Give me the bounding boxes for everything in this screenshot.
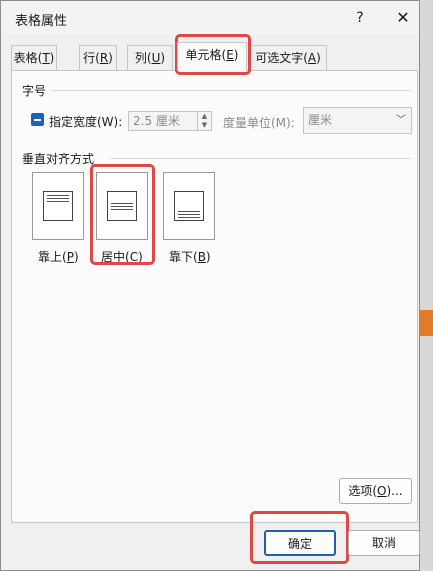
tab-cell[interactable]: 单元格(E) bbox=[177, 42, 247, 71]
tab-column[interactable]: 列(U) bbox=[127, 45, 173, 70]
specify-width-checkbox[interactable] bbox=[31, 113, 44, 126]
specify-width-label: 指定宽度(W): bbox=[49, 115, 123, 129]
cancel-button[interactable]: 取消 bbox=[348, 530, 420, 556]
highlight-center-option bbox=[90, 164, 155, 265]
close-button[interactable]: ✕ bbox=[392, 7, 414, 29]
dialog-title: 表格属性 bbox=[15, 14, 68, 29]
background-document bbox=[420, 0, 433, 571]
align-bottom-option[interactable] bbox=[163, 172, 215, 240]
size-divider bbox=[51, 90, 411, 91]
align-bottom-label: 靠下(B) bbox=[169, 250, 211, 264]
title-bar: 表格属性 ? ✕ bbox=[1, 1, 419, 35]
align-bottom-icon bbox=[174, 191, 204, 221]
align-top-label: 靠上(P) bbox=[38, 250, 79, 264]
spin-up-icon[interactable]: ▲ bbox=[198, 112, 211, 121]
measure-unit-select[interactable]: 厘米 ﹀ bbox=[303, 107, 412, 134]
options-button[interactable]: 选项(O)... bbox=[339, 478, 412, 504]
width-input[interactable]: 2.5 厘米 bbox=[128, 111, 198, 131]
measure-unit-label: 度量单位(M): bbox=[223, 116, 295, 130]
align-top-icon bbox=[43, 191, 73, 221]
tab-alt-text[interactable]: 可选文字(A) bbox=[249, 45, 327, 70]
align-top-option[interactable] bbox=[32, 172, 84, 240]
measure-unit-value: 厘米 bbox=[308, 113, 333, 127]
valign-heading: 垂直对齐方式 bbox=[22, 152, 95, 166]
size-heading: 字号 bbox=[22, 84, 47, 98]
cell-tab-panel bbox=[11, 70, 418, 523]
tab-row[interactable]: 行(R) bbox=[79, 45, 117, 70]
ok-button[interactable]: 确定 bbox=[264, 530, 336, 556]
chevron-down-icon: ﹀ bbox=[396, 115, 406, 126]
width-stepper[interactable]: ▲ ▼ bbox=[197, 111, 212, 131]
tab-table[interactable]: 表格(T) bbox=[11, 45, 57, 70]
background-document-band bbox=[420, 310, 433, 336]
valign-divider bbox=[111, 158, 411, 159]
help-button[interactable]: ? bbox=[349, 7, 371, 29]
table-properties-dialog: 表格属性 ? ✕ 表格(T) 行(R) 列(U) 单元格(E) 可选文字(A) … bbox=[0, 0, 420, 571]
spin-down-icon[interactable]: ▼ bbox=[198, 121, 211, 130]
